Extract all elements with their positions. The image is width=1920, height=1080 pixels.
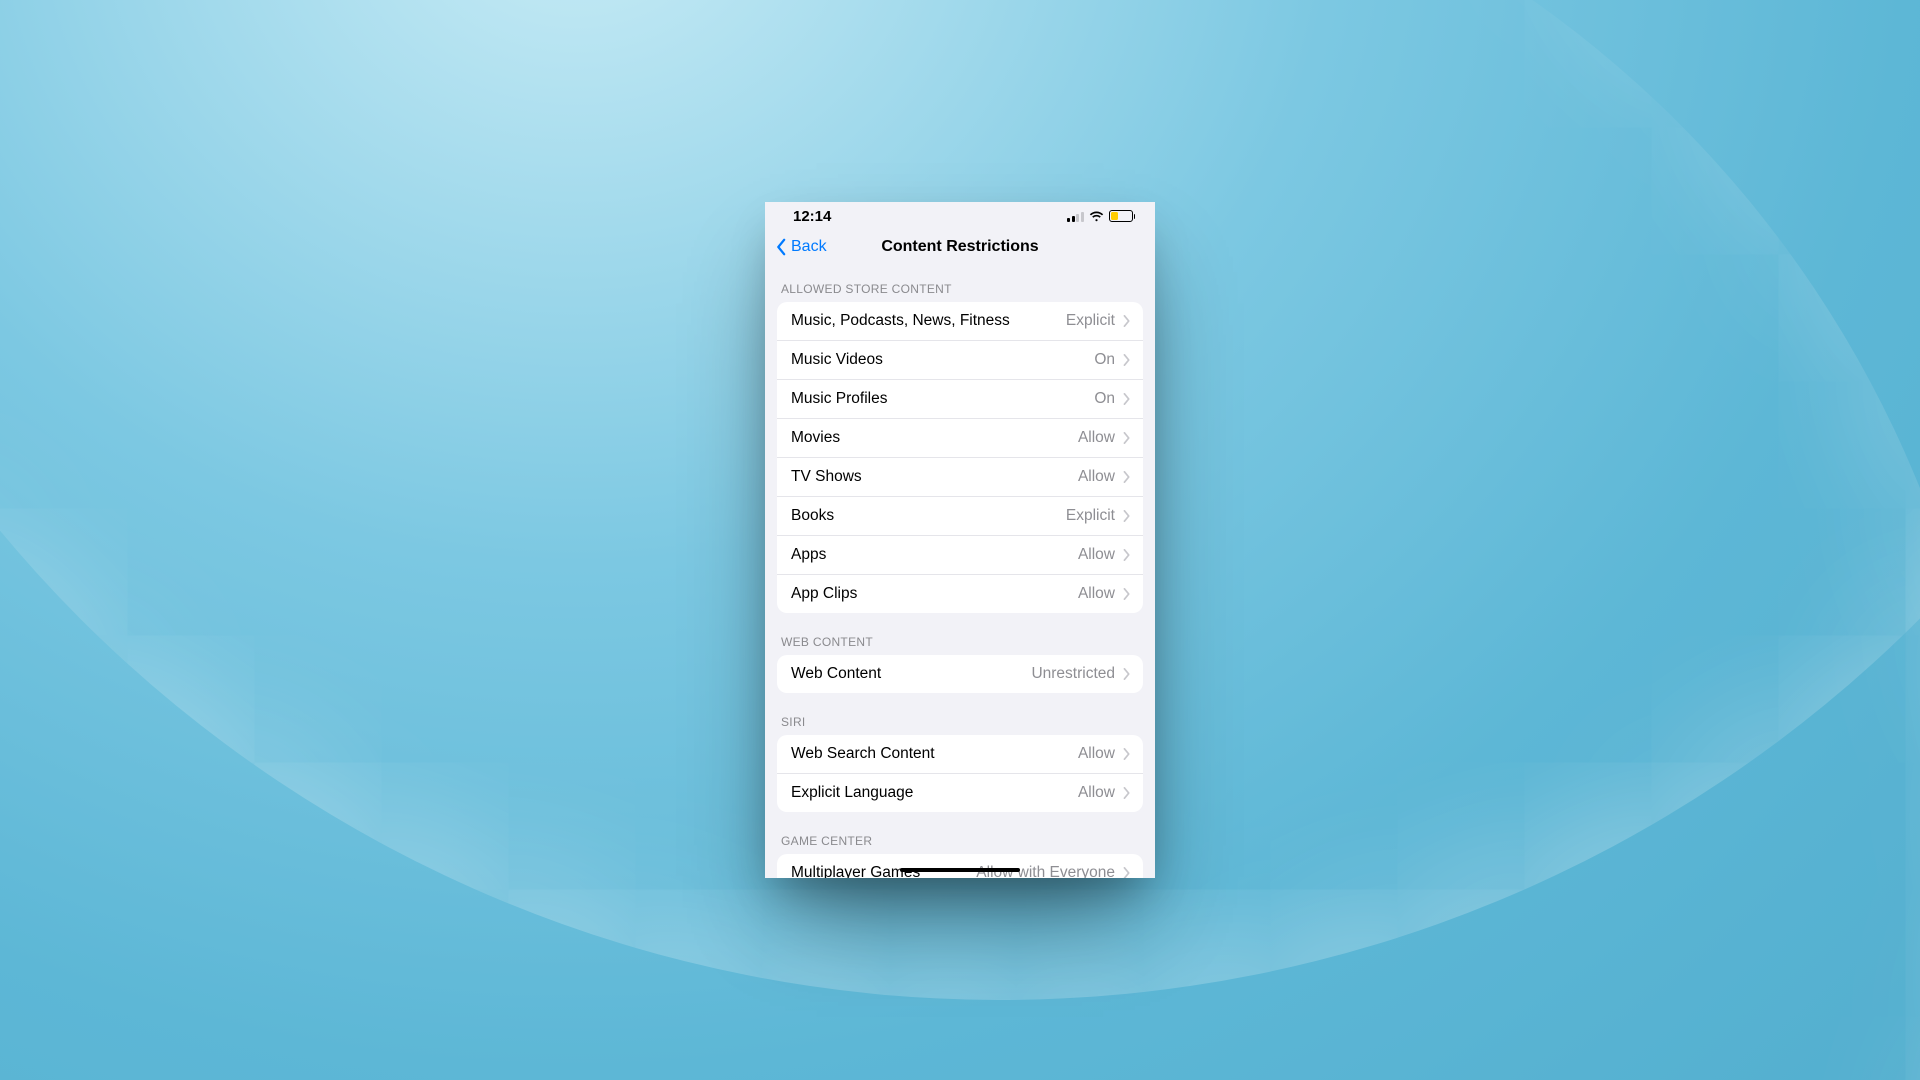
status-bar: 12:14 [765, 202, 1155, 230]
group-game: Multiplayer Games Allow with Everyone [777, 854, 1143, 878]
settings-scroll[interactable]: ALLOWED STORE CONTENT Music, Podcasts, N… [765, 264, 1155, 878]
row-value: Allow [1078, 429, 1115, 447]
row-multiplayer[interactable]: Multiplayer Games Allow with Everyone [777, 854, 1143, 878]
row-label: App Clips [791, 585, 857, 603]
row-label: Web Search Content [791, 745, 935, 763]
row-label: TV Shows [791, 468, 862, 486]
row-web-search[interactable]: Web Search Content Allow [777, 735, 1143, 773]
back-label: Back [791, 238, 827, 256]
row-label: Explicit Language [791, 784, 913, 802]
page-title: Content Restrictions [881, 238, 1038, 256]
row-value: Allow [1078, 546, 1115, 564]
group-siri: Web Search Content Allow Explicit Langua… [777, 735, 1143, 812]
battery-icon [1109, 210, 1136, 222]
chevron-right-icon [1123, 354, 1131, 366]
row-web-content[interactable]: Web Content Unrestricted [777, 655, 1143, 693]
section-header-siri: SIRI [765, 693, 1155, 735]
chevron-right-icon [1123, 668, 1131, 680]
row-tv[interactable]: TV Shows Allow [777, 457, 1143, 496]
home-indicator[interactable] [900, 868, 1020, 872]
nav-bar: Back Content Restrictions [765, 230, 1155, 264]
row-label: Apps [791, 546, 826, 564]
row-apps[interactable]: Apps Allow [777, 535, 1143, 574]
row-label: Music Profiles [791, 390, 887, 408]
row-app-clips[interactable]: App Clips Allow [777, 574, 1143, 613]
chevron-right-icon [1123, 471, 1131, 483]
row-value: On [1094, 390, 1115, 408]
row-movies[interactable]: Movies Allow [777, 418, 1143, 457]
chevron-right-icon [1123, 549, 1131, 561]
row-value: Allow [1078, 468, 1115, 486]
chevron-right-icon [1123, 787, 1131, 799]
chevron-right-icon [1123, 867, 1131, 878]
group-store: Music, Podcasts, News, Fitness Explicit … [777, 302, 1143, 613]
section-header-store: ALLOWED STORE CONTENT [765, 264, 1155, 302]
desktop-wallpaper: 12:14 Back Content Restr [0, 0, 1920, 1080]
chevron-left-icon [775, 238, 787, 256]
row-label: Books [791, 507, 834, 525]
row-value: On [1094, 351, 1115, 369]
status-time: 12:14 [793, 208, 831, 225]
chevron-right-icon [1123, 510, 1131, 522]
row-explicit-language[interactable]: Explicit Language Allow [777, 773, 1143, 812]
section-header-game: GAME CENTER [765, 812, 1155, 854]
row-music-videos[interactable]: Music Videos On [777, 340, 1143, 379]
chevron-right-icon [1123, 315, 1131, 327]
row-value: Allow [1078, 784, 1115, 802]
wifi-icon [1089, 211, 1104, 222]
row-value: Allow [1078, 745, 1115, 763]
phone-screen: 12:14 Back Content Restr [765, 202, 1155, 878]
row-value: Allow [1078, 585, 1115, 603]
row-music-profiles[interactable]: Music Profiles On [777, 379, 1143, 418]
row-label: Music Videos [791, 351, 883, 369]
row-label: Web Content [791, 665, 881, 683]
chevron-right-icon [1123, 393, 1131, 405]
cellular-signal-icon [1067, 211, 1084, 222]
row-music[interactable]: Music, Podcasts, News, Fitness Explicit [777, 302, 1143, 340]
row-books[interactable]: Books Explicit [777, 496, 1143, 535]
row-label: Movies [791, 429, 840, 447]
back-button[interactable]: Back [775, 230, 827, 264]
chevron-right-icon [1123, 432, 1131, 444]
status-right [1067, 210, 1135, 222]
chevron-right-icon [1123, 748, 1131, 760]
section-header-web: WEB CONTENT [765, 613, 1155, 655]
row-label: Music, Podcasts, News, Fitness [791, 312, 1010, 330]
row-value: Explicit [1066, 312, 1115, 330]
row-value: Explicit [1066, 507, 1115, 525]
row-value: Unrestricted [1031, 665, 1115, 683]
chevron-right-icon [1123, 588, 1131, 600]
group-web: Web Content Unrestricted [777, 655, 1143, 693]
